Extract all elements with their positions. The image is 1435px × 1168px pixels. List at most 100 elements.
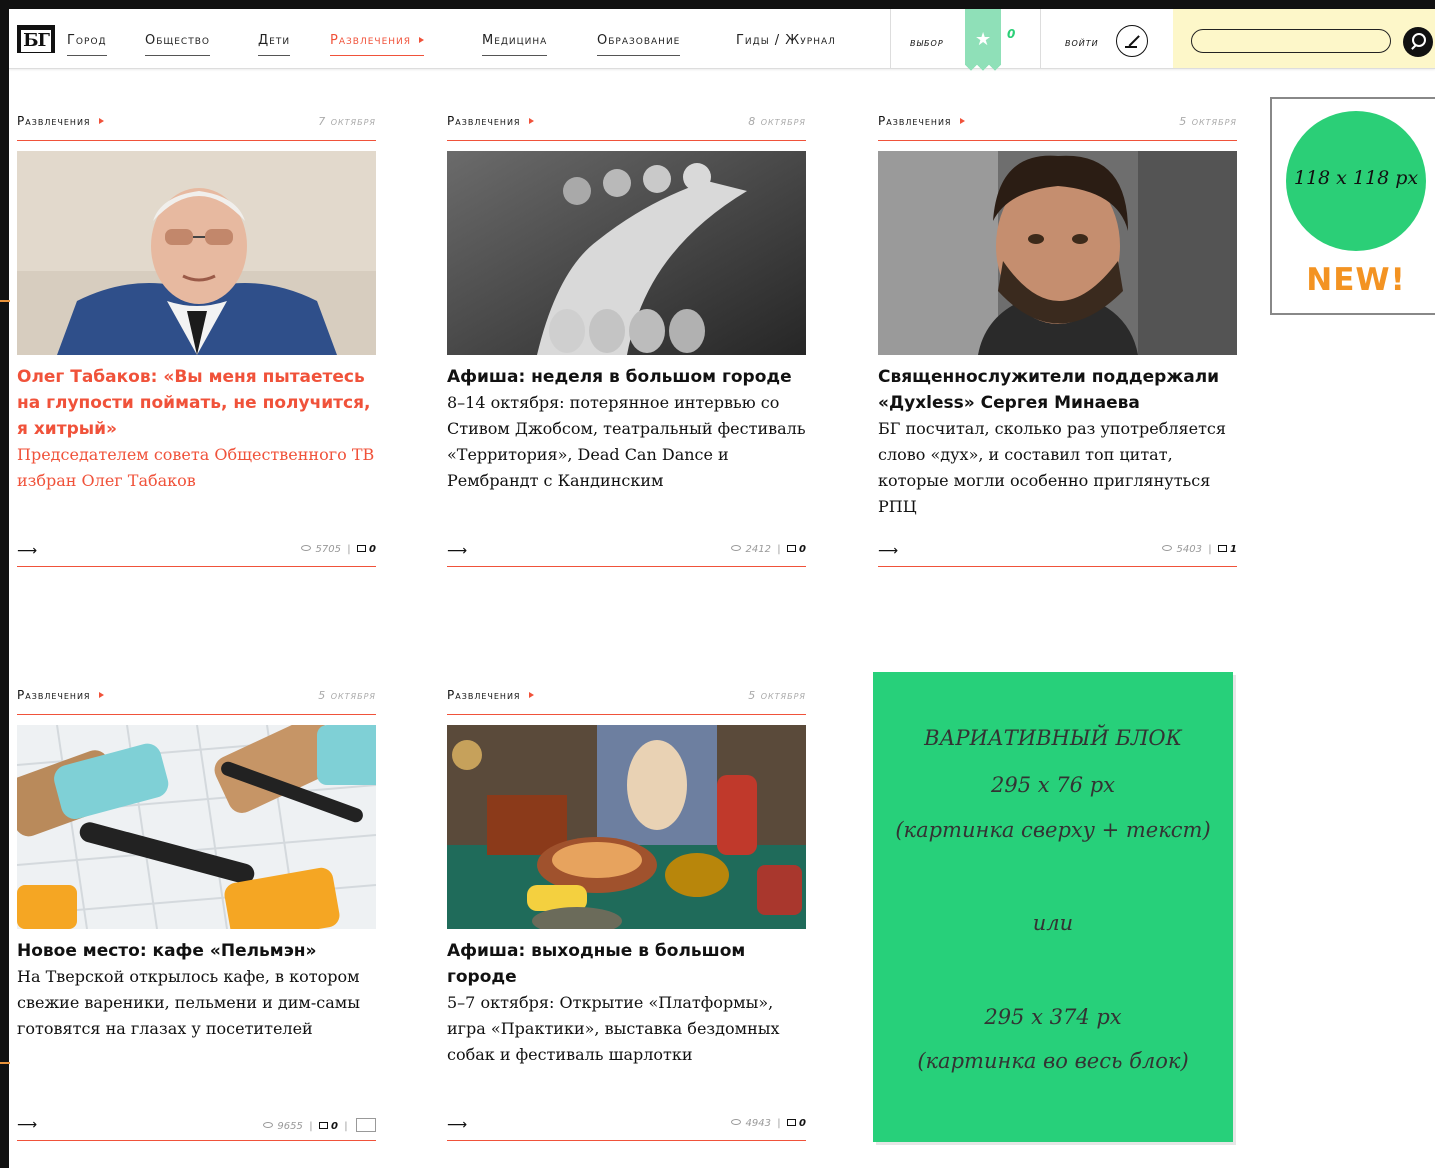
nav-item-obrazovanie[interactable]: Образование (597, 33, 681, 56)
card-stats: 5705 | 0 (301, 544, 376, 555)
nav-item-meditsina[interactable]: Медицина (482, 33, 548, 56)
comment-count: 0 (369, 544, 376, 555)
card-category[interactable]: Развлечения (17, 114, 104, 128)
eye-icon (731, 545, 742, 551)
site-logo[interactable]: БГ (17, 25, 55, 53)
card-description: 5–7 октября: Открытие «Платформы», игра … (447, 993, 780, 1064)
star-icon: ★ (975, 29, 992, 50)
variative-block-title: ВАРИАТИВНЫЙ БЛОК (924, 726, 1182, 750)
card-header: Развлечения 5 октября (878, 114, 1237, 141)
search-input[interactable] (1191, 29, 1391, 53)
card-image[interactable] (447, 151, 806, 355)
eye-icon (1162, 545, 1173, 551)
variative-block-desc-a: (картинка сверху + текст) (895, 818, 1211, 842)
login-link[interactable]: войти (1065, 36, 1099, 49)
comment-count: 0 (330, 1121, 338, 1132)
decor-curve (0, 300, 10, 304)
card-category[interactable]: Развлечения (17, 688, 104, 702)
card-title[interactable]: Олег Табаков: «Вы меня пытаетесь на глуп… (17, 364, 382, 442)
article-card: Развлечения 5 октября Священнослужители … (878, 114, 1237, 567)
comment-count: 0 (799, 1118, 806, 1129)
card-description: Председателем совета Общественного ТВ из… (17, 445, 375, 490)
card-title[interactable]: Новое место: кафе «Пельмэн» (17, 938, 382, 964)
nav-item-gidy-zhurnal[interactable]: Гиды / Журнал (736, 33, 836, 48)
card-footer: ⟶ 2412 | 0 (447, 539, 806, 567)
article-card: Развлечения 5 октября Афиша: выходные в … (447, 688, 806, 1141)
triangle-right-icon (98, 118, 104, 124)
category-label: Развлечения (878, 114, 952, 128)
badge-size-text: 118 x 118 px (1293, 167, 1419, 189)
variative-block-size-b: 295 x 374 px (984, 1005, 1122, 1029)
card-category[interactable]: Развлечения (447, 688, 534, 702)
ribbon-notch (965, 65, 1001, 71)
nav-item-deti[interactable]: Дети (258, 33, 291, 56)
search-icon[interactable] (1403, 27, 1433, 57)
card-date: 8 октября (748, 115, 806, 128)
arrow-right-icon[interactable]: ⟶ (17, 1117, 37, 1133)
article-card: Развлечения 5 октября Новое место: кафе … (17, 688, 376, 1141)
card-category[interactable]: Развлечения (447, 114, 534, 128)
card-image[interactable] (17, 151, 376, 355)
nav-label: Медицина (482, 33, 548, 48)
login-icon[interactable] (1116, 25, 1148, 57)
card-date: 5 октября (318, 689, 376, 702)
category-label: Развлечения (17, 688, 91, 702)
card-image[interactable] (447, 725, 806, 929)
nav-item-obshchestvo[interactable]: Общество (145, 33, 210, 56)
card-title[interactable]: Афиша: выходные в большом городе (447, 938, 812, 990)
comment-icon[interactable] (318, 1122, 328, 1129)
comment-icon[interactable] (787, 545, 797, 552)
nav-label: Общество (145, 33, 210, 48)
page-frame-top (0, 0, 1435, 9)
triangle-right-icon (98, 692, 104, 698)
comment-icon[interactable] (787, 1119, 797, 1126)
favorites-label[interactable]: выбор (910, 36, 944, 49)
variative-block-or: или (1032, 911, 1074, 935)
nav-label: Развлечения (330, 33, 412, 48)
new-badge-block[interactable]: 118 x 118 px NEW! (1270, 97, 1435, 315)
card-stats: 4943 | 0 (731, 1118, 806, 1129)
nav-item-gorod[interactable]: Город (67, 33, 107, 56)
card-date: 7 октября (318, 115, 376, 128)
variative-block[interactable]: ВАРИАТИВНЫЙ БЛОК 295 x 76 px (картинка с… (873, 672, 1233, 1142)
badge-circle: 118 x 118 px (1286, 111, 1426, 251)
triangle-right-icon (419, 37, 425, 43)
card-header: Развлечения 7 октября (17, 114, 376, 141)
card-header: Развлечения 5 октября (447, 688, 806, 715)
card-stats: 5403 | 1 (1162, 544, 1237, 555)
comment-icon[interactable] (357, 545, 367, 552)
arrow-right-icon[interactable]: ⟶ (878, 543, 898, 559)
favorites-count: 0 (1007, 27, 1016, 41)
search-area (1173, 9, 1435, 68)
comment-count: 1 (1230, 544, 1237, 555)
card-image[interactable] (17, 725, 376, 929)
view-count: 5403 (1176, 544, 1202, 555)
favorites-button[interactable]: ★ (965, 9, 1001, 71)
arrow-right-icon[interactable]: ⟶ (447, 1117, 467, 1133)
eye-icon (731, 1119, 742, 1125)
card-category[interactable]: Развлечения (878, 114, 965, 128)
site-header: БГ Город Общество Дети Развлечения Медиц… (9, 9, 1435, 71)
card-title[interactable]: Афиша: неделя в большом городе (447, 364, 812, 390)
nav-label: Образование (597, 33, 681, 48)
nav-item-razvlecheniya[interactable]: Развлечения (330, 33, 425, 56)
arrow-right-icon[interactable]: ⟶ (17, 543, 37, 559)
variative-block-desc-b: (картинка во весь блок) (917, 1049, 1189, 1073)
arrow-right-icon[interactable]: ⟶ (447, 543, 467, 559)
card-date: 5 октября (748, 689, 806, 702)
category-label: Развлечения (447, 688, 521, 702)
photo-gallery-icon[interactable] (356, 1118, 376, 1132)
page-frame-left (0, 0, 9, 1168)
article-card: Развлечения 8 октября Афиша: неделя в бо… (447, 114, 806, 567)
badge-new-label: NEW! (1306, 262, 1406, 298)
triangle-right-icon (528, 118, 534, 124)
variative-block-size-a: 295 x 76 px (991, 773, 1115, 797)
comment-icon[interactable] (1218, 545, 1228, 552)
header-divider (890, 9, 891, 69)
eye-icon (301, 545, 312, 551)
triangle-right-icon (528, 692, 534, 698)
card-description: 8–14 октября: потерянное интервью со Сти… (447, 393, 806, 490)
card-header: Развлечения 5 октября (17, 688, 376, 715)
card-image[interactable] (878, 151, 1237, 355)
card-title[interactable]: Священнослужители поддержали «Духless» С… (878, 364, 1243, 416)
